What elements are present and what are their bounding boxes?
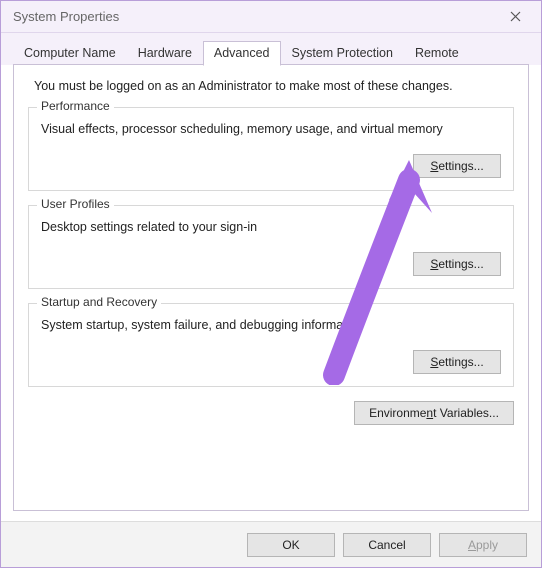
performance-settings-button[interactable]: Settings... bbox=[413, 154, 501, 178]
cancel-button[interactable]: Cancel bbox=[343, 533, 431, 557]
system-properties-window: System Properties Computer Name Hardware… bbox=[0, 0, 542, 568]
environment-variables-button[interactable]: Environment Variables... bbox=[354, 401, 514, 425]
advanced-panel: You must be logged on as an Administrato… bbox=[13, 65, 529, 511]
user-profiles-desc: Desktop settings related to your sign-in bbox=[41, 220, 501, 234]
startup-recovery-settings-button[interactable]: Settings... bbox=[413, 350, 501, 374]
tabstrip: Computer Name Hardware Advanced System P… bbox=[1, 33, 541, 65]
tab-computer-name[interactable]: Computer Name bbox=[13, 41, 127, 65]
tab-remote[interactable]: Remote bbox=[404, 41, 470, 65]
dialog-footer: OK Cancel Apply bbox=[1, 521, 541, 567]
user-profiles-legend: User Profiles bbox=[37, 197, 114, 211]
startup-recovery-legend: Startup and Recovery bbox=[37, 295, 161, 309]
ok-button[interactable]: OK bbox=[247, 533, 335, 557]
tab-system-protection[interactable]: System Protection bbox=[281, 41, 404, 65]
tab-advanced[interactable]: Advanced bbox=[203, 41, 281, 66]
startup-recovery-group: Startup and Recovery System startup, sys… bbox=[28, 303, 514, 387]
close-button[interactable] bbox=[495, 3, 535, 31]
tab-hardware[interactable]: Hardware bbox=[127, 41, 203, 65]
user-profiles-settings-button[interactable]: Settings... bbox=[413, 252, 501, 276]
user-profiles-group: User Profiles Desktop settings related t… bbox=[28, 205, 514, 289]
close-icon bbox=[510, 11, 521, 22]
apply-button[interactable]: Apply bbox=[439, 533, 527, 557]
titlebar: System Properties bbox=[1, 1, 541, 33]
window-title: System Properties bbox=[13, 9, 495, 24]
performance-group: Performance Visual effects, processor sc… bbox=[28, 107, 514, 191]
performance-desc: Visual effects, processor scheduling, me… bbox=[41, 122, 501, 136]
performance-legend: Performance bbox=[37, 99, 114, 113]
intro-text: You must be logged on as an Administrato… bbox=[34, 79, 510, 93]
startup-recovery-desc: System startup, system failure, and debu… bbox=[41, 318, 501, 332]
